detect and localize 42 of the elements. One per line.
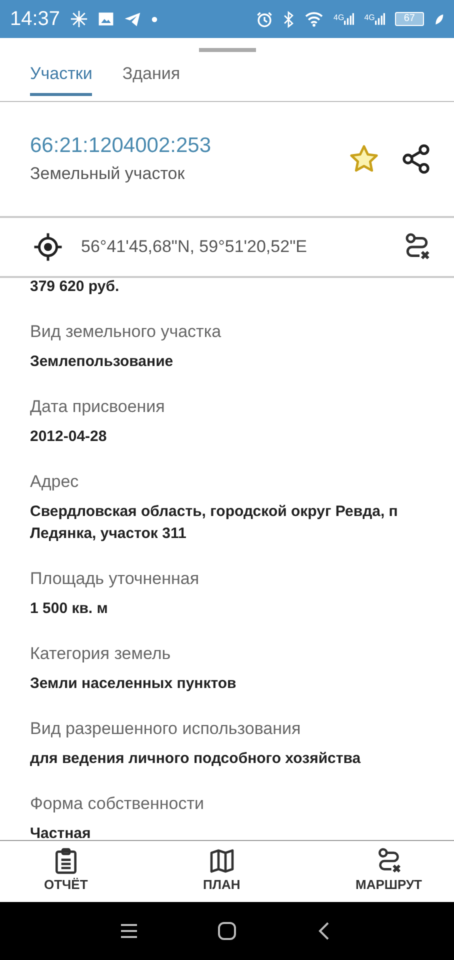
field-label: Форма собственности xyxy=(30,793,205,815)
crosshair-icon[interactable] xyxy=(33,232,63,262)
leaf-icon xyxy=(434,12,444,26)
field-label: Вид разрешенного использования xyxy=(30,718,302,740)
field-value: Земли населенных пунктов xyxy=(30,674,238,694)
field-label: Вид земельного участка xyxy=(30,321,222,343)
field-value: для ведения личного подсобного хозяйства xyxy=(30,749,362,769)
home-icon[interactable] xyxy=(217,921,237,941)
field-label: Дата присвоения xyxy=(30,396,166,418)
battery-indicator: 67 xyxy=(394,12,424,26)
network-type: 4G xyxy=(364,13,375,22)
coordinates: 56°41'45,68"N, 59°51'20,52"E xyxy=(81,237,308,257)
wifi-icon xyxy=(304,11,324,27)
drag-handle[interactable] xyxy=(198,48,256,52)
tab[interactable]: Здания xyxy=(122,59,180,96)
nav-button[interactable]: ОТЧЁТ xyxy=(42,841,90,902)
field-value: Землепользование xyxy=(30,352,174,372)
nav-button[interactable]: МАРШРУТ xyxy=(354,841,424,902)
field-value: 1 500 кв. м xyxy=(30,599,109,619)
field-value: Свердловская область, городской округ Ревда, п Ледянка, участок 311 xyxy=(30,502,399,544)
bluetooth-icon xyxy=(282,10,294,28)
parcel-type: Земельный участок xyxy=(30,164,186,184)
signal-icon xyxy=(344,13,354,25)
menu-icon[interactable] xyxy=(119,921,139,941)
field-label: Адрес xyxy=(30,471,80,493)
image-icon xyxy=(98,11,114,27)
share-icon[interactable] xyxy=(400,143,432,175)
map-icon xyxy=(208,847,236,875)
nav-button[interactable]: ПЛАН xyxy=(201,841,242,902)
alarm-icon xyxy=(256,10,273,28)
field-label: Категория земель xyxy=(30,643,172,665)
send-icon xyxy=(124,10,142,28)
field-value: 2012-04-28 xyxy=(30,427,108,447)
field-value: Частная xyxy=(30,824,92,840)
clock-time: 14:37 xyxy=(10,8,60,30)
tab[interactable]: Участки xyxy=(30,59,92,96)
dot-icon xyxy=(151,16,158,22)
signal-icon xyxy=(374,13,385,25)
network-type: 4G xyxy=(334,13,344,22)
field-label: Площадь уточненная xyxy=(30,568,200,590)
field-value: 379 620 руб. xyxy=(30,278,120,297)
cadastral-number: 66:21:1204002:253 xyxy=(30,134,212,158)
